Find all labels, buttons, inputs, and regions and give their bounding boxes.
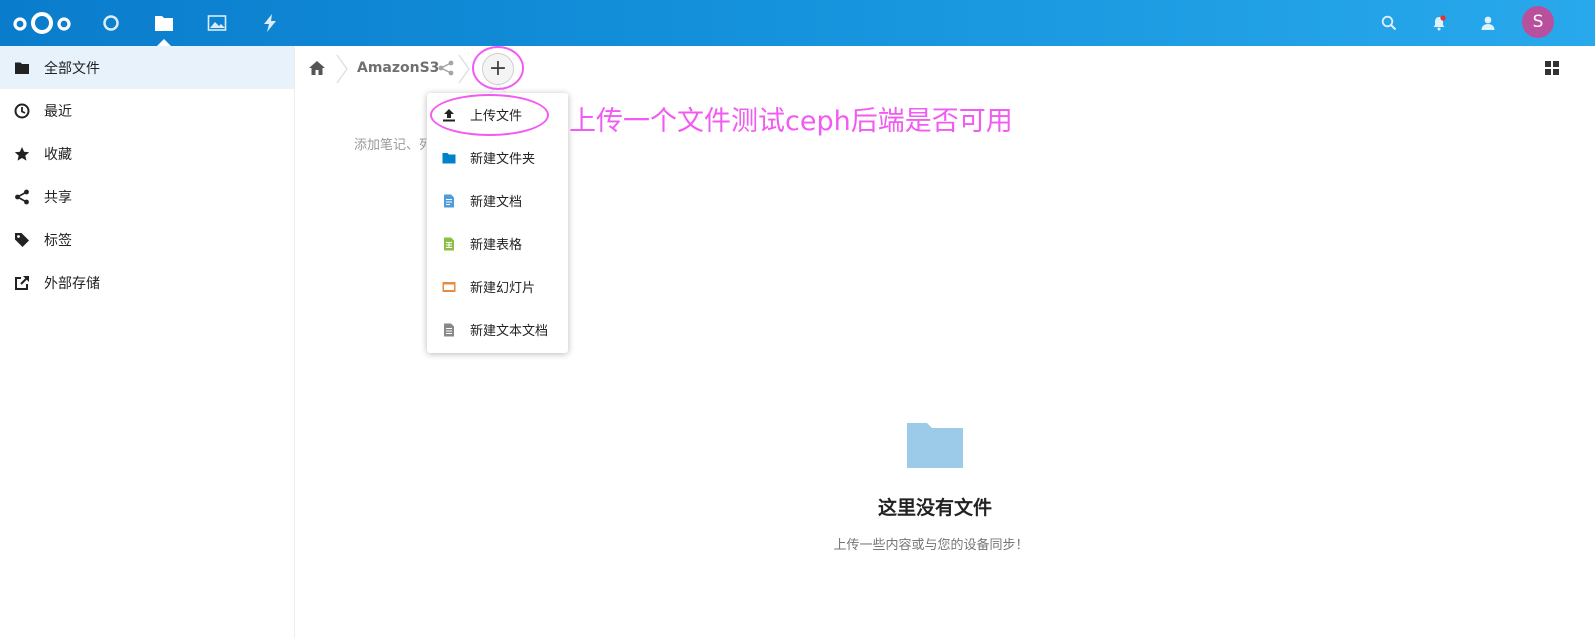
share-folder-icon[interactable] [437,59,455,77]
photos-app-icon[interactable] [204,10,230,36]
sidebar-item-label: 外部存储 [44,275,100,292]
menu-item-new-presentation[interactable]: 新建幻灯片 [427,265,568,308]
top-header: S [0,0,1595,46]
star-icon [0,146,44,162]
menu-item-label: 新建文档 [470,195,523,210]
menu-item-new-spreadsheet[interactable]: 新建表格 [427,222,568,265]
spreadsheet-icon [427,237,470,251]
external-link-icon [0,275,44,291]
folder-icon [0,60,44,76]
breadcrumb-separator [457,54,471,84]
sidebar-item-shares[interactable]: 共享 [0,175,294,218]
presentation-icon [427,280,470,294]
menu-item-label: 新建幻灯片 [470,281,536,296]
annotation-circle-add-button [472,46,524,90]
sidebar-item-label: 标签 [44,232,72,249]
sidebar-item-label: 共享 [44,189,72,206]
rich-workspace-placeholder[interactable]: 添加笔记、列表或链接… [354,134,430,153]
menu-item-label: 新建文件夹 [470,152,536,167]
clock-icon [0,103,44,119]
menu-item-label: 新建文本文档 [470,324,549,339]
text-file-icon [427,323,470,337]
annotation-text: 上传一个文件测试ceph后端是否可用 [569,106,1013,137]
active-app-indicator [157,39,171,46]
menu-item-new-folder[interactable]: 新建文件夹 [427,136,568,179]
tag-icon [0,232,44,248]
share-icon [0,189,44,205]
menu-item-new-document[interactable]: 新建文档 [427,179,568,222]
sidebar-item-label: 全部文件 [44,60,100,77]
sidebar-item-label: 最近 [44,103,72,120]
annotation-circle-upload [430,94,549,136]
menu-item-label: 新建表格 [470,238,523,253]
sidebar-item-label: 收藏 [44,146,72,163]
sidebar-item-favorites[interactable]: 收藏 [0,132,294,175]
sidebar-item-all-files[interactable]: 全部文件 [0,46,294,89]
empty-content-title: 这里没有文件 [877,497,992,519]
empty-content-subtitle: 上传一些内容或与您的设备同步！ [833,538,1029,553]
dashboard-app-icon[interactable] [98,10,124,36]
files-app-icon[interactable] [151,10,177,36]
user-avatar[interactable]: S [1522,6,1554,38]
sidebar-item-recent[interactable]: 最近 [0,89,294,132]
search-icon[interactable] [1376,10,1402,36]
contacts-icon[interactable] [1475,10,1501,36]
folder-icon [427,151,470,165]
sidebar-item-tags[interactable]: 标签 [0,218,294,261]
home-icon[interactable] [308,59,326,77]
notifications-bell-icon[interactable] [1426,10,1452,36]
breadcrumb-folder[interactable]: AmazonS3 [357,60,439,76]
sidebar-item-external-storage[interactable]: 外部存储 [0,261,294,304]
breadcrumb-separator [335,54,349,84]
document-icon [427,194,470,208]
grid-view-icon[interactable] [1544,60,1560,76]
activity-app-icon[interactable] [257,10,283,36]
nextcloud-logo-icon[interactable] [12,9,72,37]
menu-item-new-text-file[interactable]: 新建文本文档 [427,308,568,351]
empty-folder-icon [906,421,964,469]
